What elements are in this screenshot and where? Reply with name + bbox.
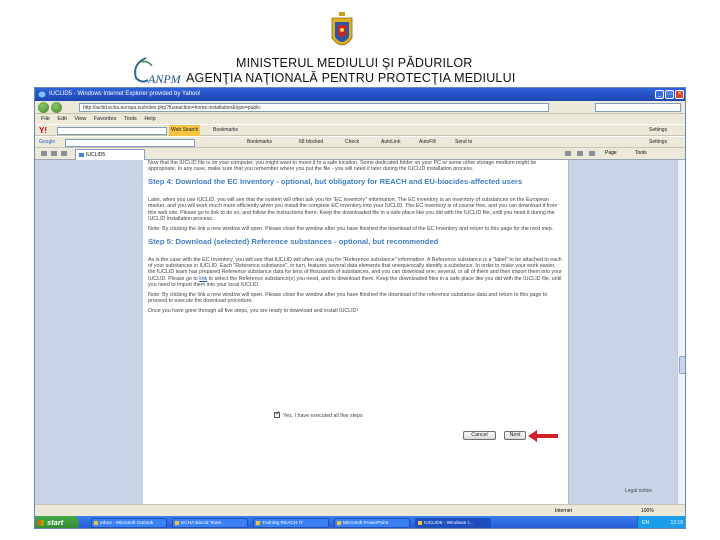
final-text: Once you have gone through all five step… bbox=[148, 308, 358, 315]
sendto-button[interactable]: Send to bbox=[455, 137, 472, 148]
google-search-input[interactable] bbox=[65, 139, 195, 147]
yahoo-settings-button[interactable]: Settings bbox=[649, 125, 667, 136]
confirm-steps-row: Yes, I have executed all five steps bbox=[274, 411, 363, 420]
yahoo-icon: Y! bbox=[39, 126, 47, 135]
forward-button[interactable] bbox=[51, 102, 62, 113]
step5-text-after: to select the Reference substance(s) you… bbox=[148, 275, 562, 288]
step4-text: Later, when you use IUCLID, you will see… bbox=[148, 197, 558, 222]
search-input[interactable] bbox=[595, 103, 681, 112]
address-bar: http://iuclid.echa.europa.eu/index.php?f… bbox=[35, 101, 685, 114]
taskbar-item-echa[interactable]: ECHA Biocid Team bbox=[172, 518, 248, 528]
step5-heading: Step 5: Download (selected) Reference su… bbox=[148, 237, 439, 247]
taskbar-item-outlook[interactable]: Inbox - Microsoft Outlook bbox=[91, 518, 167, 528]
status-bar: Internet 100% bbox=[35, 504, 685, 516]
address-input[interactable]: http://iuclid.echa.europa.eu/index.php?f… bbox=[79, 103, 549, 112]
google-settings-button[interactable]: Settings bbox=[649, 137, 667, 148]
menu-help[interactable]: Help bbox=[144, 116, 155, 122]
back-button[interactable] bbox=[38, 102, 49, 113]
taskbar-item-powerpoint[interactable]: Microsoft PowerPoint bbox=[334, 518, 410, 528]
vertical-scrollbar[interactable] bbox=[677, 160, 685, 518]
favorites-star-icon[interactable] bbox=[41, 151, 47, 156]
window-title: IUCLID5 - Windows Internet Explorer prov… bbox=[49, 91, 201, 97]
step5-text: As is the case with the EC Inventory, yo… bbox=[148, 257, 564, 288]
tab-iuclid5[interactable]: IUCLID5 bbox=[75, 149, 145, 160]
confirm-steps-label: Yes, I have executed all five steps bbox=[283, 413, 363, 419]
popup-blocked-button[interactable]: 68 blocked bbox=[299, 137, 323, 148]
feeds-icon[interactable] bbox=[577, 151, 583, 156]
step5-note: Note: By clicking the link a new window … bbox=[148, 292, 548, 305]
taskbar-item-reach[interactable]: Training REACH IT bbox=[253, 518, 329, 528]
legal-notice-link[interactable]: Legal notice bbox=[625, 488, 652, 494]
ie-icon bbox=[38, 91, 46, 98]
clock: 12:16 bbox=[670, 520, 683, 526]
next-button[interactable]: Next bbox=[504, 431, 526, 440]
menu-file[interactable]: File bbox=[41, 116, 50, 122]
yahoo-bookmarks-button[interactable]: Bookmarks bbox=[213, 125, 238, 136]
language-indicator[interactable]: EN bbox=[642, 520, 649, 526]
step4-heading: Step 4: Download the EC Inventory - opti… bbox=[148, 177, 523, 187]
scrollbar-thumb[interactable] bbox=[679, 356, 685, 374]
window-title-bar: IUCLID5 - Windows Internet Explorer prov… bbox=[35, 88, 685, 101]
taskbar-item-iuclid5[interactable]: IUCLID5 - Windows I... bbox=[415, 518, 491, 528]
home-icon[interactable] bbox=[565, 151, 571, 156]
cancel-button[interactable]: Cancel bbox=[463, 431, 496, 440]
slide: ANPM MINISTERUL MEDIULUI ŞI PĂDURILOR AG… bbox=[0, 0, 720, 540]
google-logo: Google bbox=[39, 139, 56, 145]
agency-title: AGENŢIA NAŢIONALĂ PENTRU PROTECŢIA MEDIU… bbox=[186, 71, 516, 85]
menu-favorites[interactable]: Favorites bbox=[94, 116, 117, 122]
add-favorite-icon[interactable] bbox=[51, 151, 57, 156]
check-button[interactable]: Check bbox=[345, 137, 359, 148]
browser-window: IUCLID5 - Windows Internet Explorer prov… bbox=[34, 87, 686, 529]
autofill-button[interactable]: AutoFill bbox=[419, 137, 436, 148]
minimize-button[interactable]: _ bbox=[655, 90, 664, 99]
menu-edit[interactable]: Edit bbox=[57, 116, 66, 122]
maximize-button[interactable]: □ bbox=[665, 90, 674, 99]
yahoo-toolbar: Y! Web Search Bookmarks Settings bbox=[35, 124, 685, 136]
page-content: Now that the IUCLID file is on your comp… bbox=[143, 160, 569, 508]
anpm-logo-text: ANPM bbox=[148, 72, 181, 86]
page-menu[interactable]: Page bbox=[605, 150, 617, 156]
menu-tools[interactable]: Tools bbox=[124, 116, 137, 122]
print-icon[interactable] bbox=[589, 151, 595, 156]
coat-of-arms-icon bbox=[331, 12, 353, 46]
ministry-title: MINISTERUL MEDIULUI ŞI PĂDURILOR bbox=[236, 56, 473, 70]
google-toolbar: Google Bookmarks 68 blocked Check AutoLi… bbox=[35, 136, 685, 148]
confirm-steps-checkbox[interactable] bbox=[274, 411, 280, 418]
start-button[interactable]: start bbox=[35, 516, 79, 528]
pointer-arrow-icon bbox=[528, 430, 558, 442]
close-button[interactable]: × bbox=[675, 90, 684, 99]
tab-bar: IUCLID5 Page Tools bbox=[35, 148, 685, 160]
taskbar: start Inbox - Microsoft Outlook ECHA Bio… bbox=[35, 516, 685, 528]
tools-menu[interactable]: Tools bbox=[635, 150, 647, 156]
step4-note: Note: By clicking the link a new window … bbox=[148, 226, 554, 233]
autolink-button[interactable]: AutoLink bbox=[381, 137, 400, 148]
intro-text: Now that the IUCLID file is on your comp… bbox=[148, 160, 537, 173]
menu-view[interactable]: View bbox=[74, 116, 86, 122]
web-search-button[interactable]: Web Search bbox=[169, 125, 201, 136]
yahoo-search-input[interactable] bbox=[57, 127, 167, 135]
reference-substance-link[interactable]: link bbox=[199, 276, 207, 282]
menu-bar: File Edit View Favorites Tools Help bbox=[35, 114, 685, 124]
tab-list-icon[interactable] bbox=[61, 151, 67, 156]
google-bookmarks-button[interactable]: Bookmarks bbox=[247, 137, 272, 148]
system-tray: EN 12:16 bbox=[637, 516, 685, 528]
page-viewport: Now that the IUCLID file is on your comp… bbox=[35, 160, 685, 518]
